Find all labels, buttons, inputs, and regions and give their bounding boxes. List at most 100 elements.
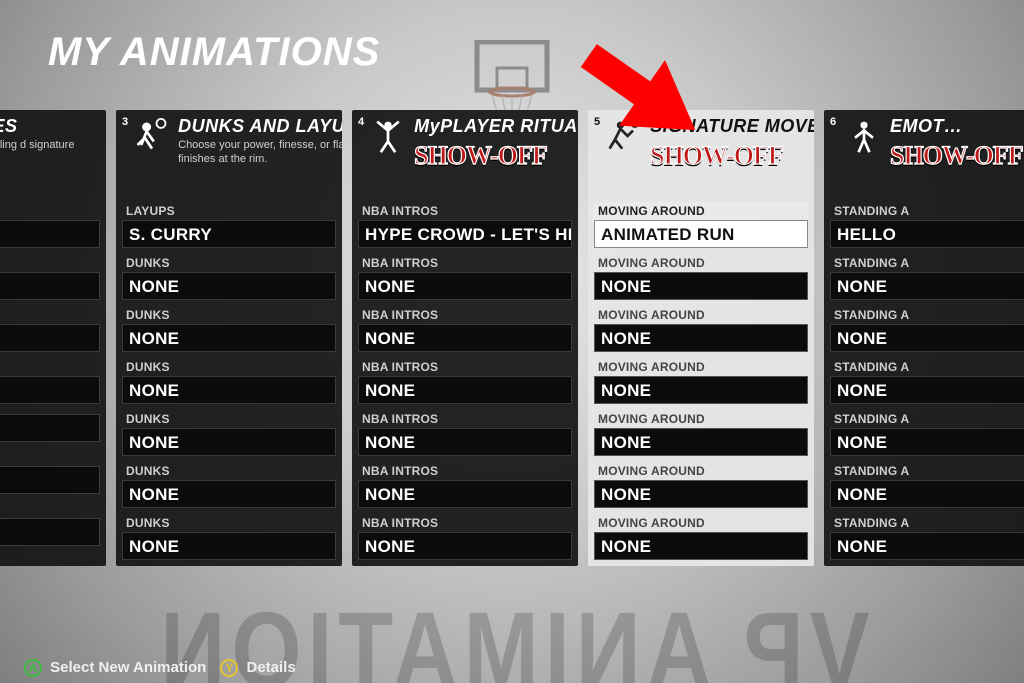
slot-label: AT STYLES — [0, 500, 100, 518]
animation-slot[interactable]: MOVING AROUNDNONE — [594, 358, 808, 404]
animation-slot[interactable]: DUNKSNONE — [122, 358, 336, 404]
slot-label: DUNKS — [122, 410, 336, 428]
animation-slot[interactable]: MOVING AROUNDNONE — [594, 306, 808, 352]
animation-slot[interactable]: NBA INTROSHYPE CROWD - LET'S HEAR IT — [358, 202, 572, 248]
panel-4[interactable]: 4MyPLAYER RITUALSSHOW-OFFNBA INTROSHYPE … — [352, 110, 578, 566]
slot-label: TATIONS — [0, 448, 100, 466]
slot-value: S. CURRY — [122, 220, 336, 248]
backboard-hoop-icon — [457, 40, 567, 120]
slot-label: NBA INTROS — [358, 514, 572, 532]
show-off-badge: SHOW-OFF — [890, 141, 1024, 171]
animation-slot[interactable]: NBA INTROSNONE — [358, 254, 572, 300]
slot-value: NONE — [594, 324, 808, 352]
slot-label: MOVING AROUND — [594, 358, 808, 376]
prompt-select[interactable]: A Select New Animation — [24, 659, 206, 677]
animation-slot[interactable]: MOVING AROUNDNONE — [594, 410, 808, 456]
slot-label: DUNKS — [122, 306, 336, 324]
animation-slot[interactable]: NBA INTROSNONE — [358, 358, 572, 404]
slot-value — [0, 324, 100, 352]
slot-value: NONE — [122, 324, 336, 352]
animation-slot[interactable]: MOVING AROUNDNONE — [594, 254, 808, 300]
animation-slot[interactable]: DUNKSNONE — [122, 306, 336, 352]
panel-rows: STANDING AHELLOSTANDING ANONESTANDING AN… — [824, 196, 1024, 560]
animation-slot[interactable]: MOVING AROUNDNONE — [594, 462, 808, 508]
footer-prompts: A Select New Animation Y Details — [24, 659, 296, 677]
panel-2[interactable]: 2…LE MOVES…r driving ball handling d sig… — [0, 110, 106, 566]
animation-slot[interactable]: LAYUPSS. CURRY — [122, 202, 336, 248]
slot-label: DUNKS — [122, 514, 336, 532]
slot-value: NONE — [594, 272, 808, 300]
y-button-icon: Y — [220, 659, 238, 677]
slot-value: NONE — [830, 324, 1024, 352]
slot-label: MOVING AROUND — [594, 514, 808, 532]
animation-slot[interactable]: NBA INTROSNONE — [358, 462, 572, 508]
animation-slot[interactable]: NBA INTROSNONE — [358, 514, 572, 560]
slot-label: SSOVERS — [0, 306, 100, 324]
animation-slot[interactable]: AT STYLES — [0, 500, 100, 546]
slot-value: NONE — [122, 428, 336, 456]
slot-label: MOVING AROUND — [594, 202, 808, 220]
panel-title: SIGNATURE MOVEMENT — [650, 116, 814, 137]
animation-slot[interactable]: LE — [0, 202, 100, 248]
animation-slot[interactable]: ND THE BACKS — [0, 358, 100, 404]
animation-slot[interactable]: STANDING ANONE — [830, 410, 1024, 456]
animation-slot[interactable]: DUNKSNONE — [122, 514, 336, 560]
animation-slot[interactable]: KAGES — [0, 254, 100, 300]
show-off-badge: SHOW-OFF — [414, 141, 578, 171]
panel-title: EMOT… — [890, 116, 1024, 137]
animation-slot[interactable]: DUNKSNONE — [122, 410, 336, 456]
slot-value: NONE — [594, 428, 808, 456]
slot-value: NONE — [358, 532, 572, 560]
animation-slot[interactable]: NBA INTROSNONE — [358, 410, 572, 456]
slot-value: NONE — [830, 272, 1024, 300]
animation-slot[interactable]: STANDING ANONE — [830, 254, 1024, 300]
slot-label: KAGES — [0, 254, 100, 272]
panel-3[interactable]: 3DUNKS AND LAYUPSChoose your power, fine… — [116, 110, 342, 566]
slot-value: NONE — [122, 480, 336, 508]
slot-value — [0, 518, 100, 546]
panel-5[interactable]: 5SIGNATURE MOVEMENTSHOW-OFFMOVING AROUND… — [588, 110, 814, 566]
animation-slot[interactable]: MOVING AROUNDNONE — [594, 514, 808, 560]
slot-label: DUNKS — [122, 358, 336, 376]
animation-slot[interactable]: STANDING ANONE — [830, 306, 1024, 352]
animation-slot[interactable]: STANDING AHELLO — [830, 202, 1024, 248]
slot-label: NBA INTROS — [358, 306, 572, 324]
slot-label: LE — [0, 202, 100, 220]
slot-label: STANDING A — [830, 254, 1024, 272]
slot-value — [0, 414, 100, 442]
slot-label: DUNKS — [122, 462, 336, 480]
animation-slot[interactable]: DUNKSNONE — [122, 462, 336, 508]
panel-title: …LE MOVES — [0, 116, 98, 137]
panel-number: 5 — [594, 116, 600, 128]
slot-label: NBA INTROS — [358, 358, 572, 376]
slot-value: NONE — [830, 428, 1024, 456]
panel-number: 4 — [358, 116, 364, 128]
slot-label: NBA INTROS — [358, 462, 572, 480]
panel-number: 6 — [830, 116, 840, 128]
slot-label: DUNKS — [122, 254, 336, 272]
slot-value: NONE — [358, 272, 572, 300]
prompt-details[interactable]: Y Details — [220, 659, 295, 677]
animation-slot[interactable]: TATIONS — [0, 448, 100, 494]
animation-slot[interactable]: DUNKSNONE — [122, 254, 336, 300]
animation-slot[interactable] — [0, 410, 100, 442]
animation-slot[interactable]: STANDING ANONE — [830, 514, 1024, 560]
animation-slot[interactable]: MOVING AROUNDANIMATED RUN — [594, 202, 808, 248]
panel-header: 6 EMOT… SHOW-OFF — [824, 110, 1024, 196]
panel-silhouette-icon — [134, 118, 170, 158]
panel-carousel[interactable]: 2…LE MOVES…r driving ball handling d sig… — [0, 110, 1024, 566]
slot-label: MOVING AROUND — [594, 462, 808, 480]
panel-number: 3 — [122, 116, 128, 128]
slot-value: NONE — [358, 480, 572, 508]
slot-label: NBA INTROS — [358, 254, 572, 272]
animation-slot[interactable]: STANDING ANONE — [830, 358, 1024, 404]
animation-slot[interactable]: SSOVERS — [0, 306, 100, 352]
animation-slot[interactable]: STANDING ANONE — [830, 462, 1024, 508]
slot-value: NONE — [830, 480, 1024, 508]
slot-value: HYPE CROWD - LET'S HEAR IT — [358, 220, 572, 248]
panel-header: 4MyPLAYER RITUALSSHOW-OFF — [352, 110, 578, 196]
animation-slot[interactable]: NBA INTROSNONE — [358, 306, 572, 352]
panel-6[interactable]: 6EMOT…SHOW-OFFSTANDING AHELLOSTANDING AN… — [824, 110, 1024, 566]
slot-value: NONE — [122, 532, 336, 560]
panel-title: DUNKS AND LAYUPS — [178, 116, 342, 137]
